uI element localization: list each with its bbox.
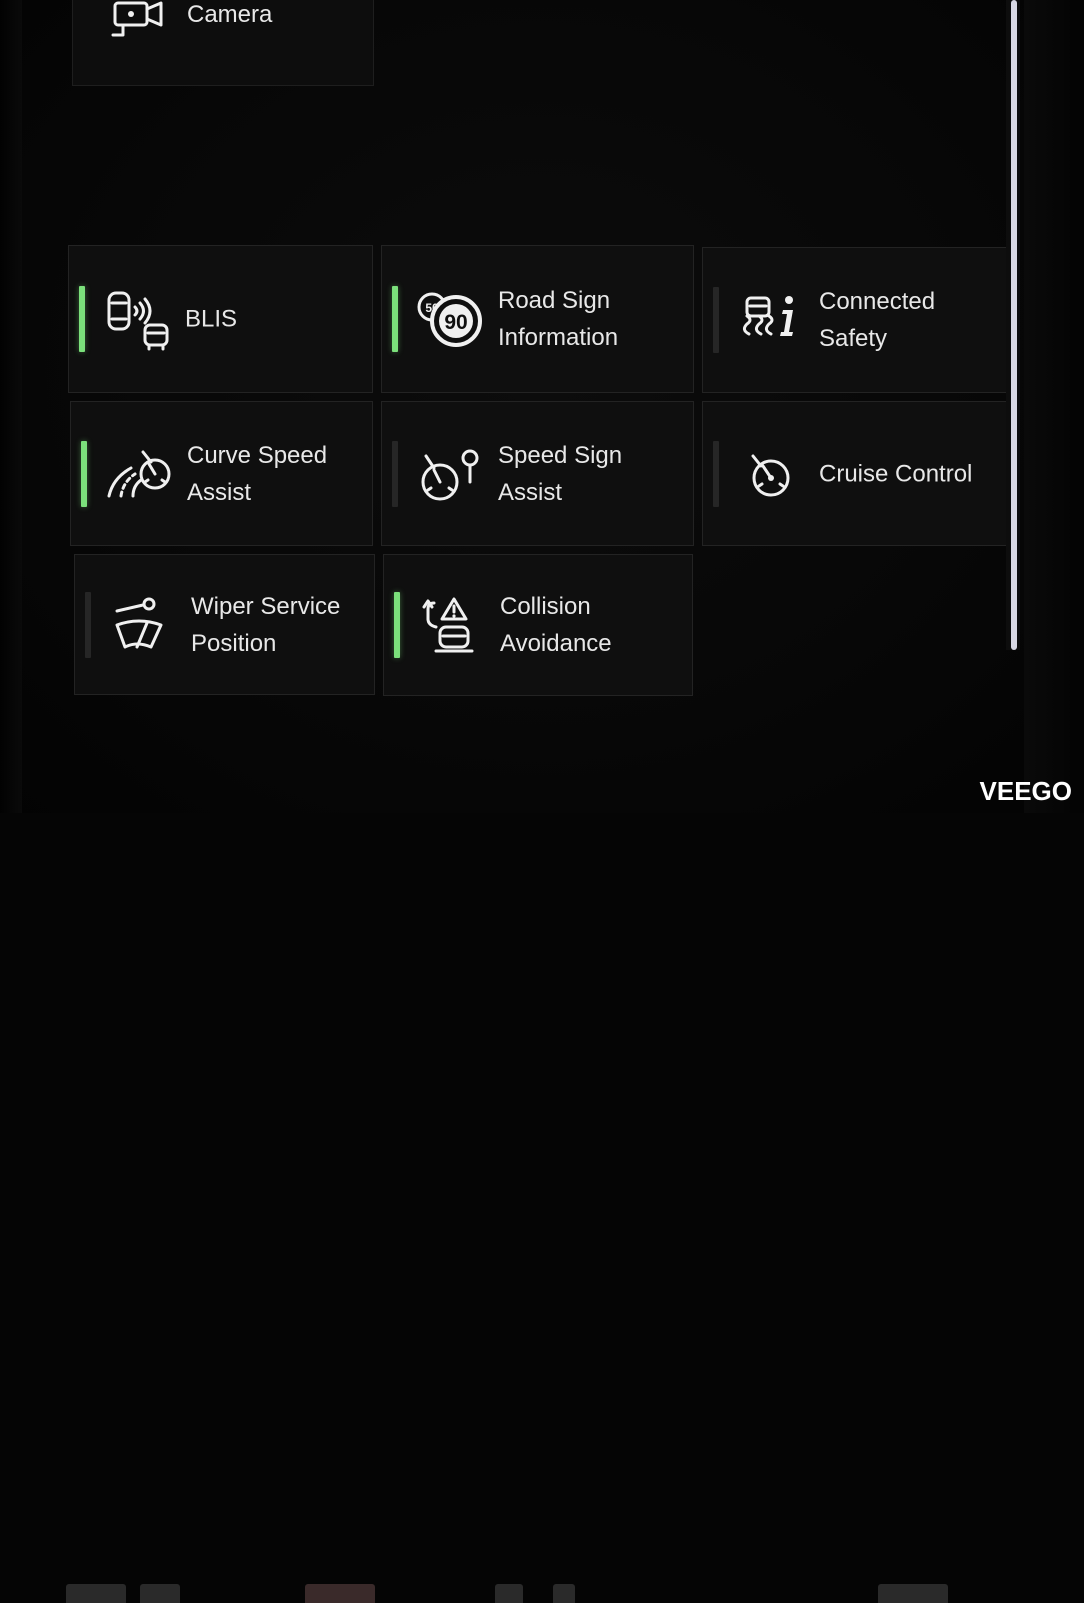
fan-icon-partial[interactable] bbox=[495, 1584, 523, 1603]
speed-sign-assist-icon bbox=[421, 449, 479, 500]
large-sign-text: 90 bbox=[444, 311, 467, 334]
watermark-logo: VEEGO bbox=[979, 776, 1072, 806]
blind-spot-icon bbox=[107, 291, 169, 351]
status-indicator bbox=[392, 440, 398, 507]
tile-label: Connected Safety bbox=[819, 288, 936, 352]
status-indicator bbox=[79, 286, 85, 352]
camera-icon bbox=[111, 1, 163, 37]
climate-control-partial[interactable] bbox=[140, 1584, 180, 1603]
climate-control-partial[interactable] bbox=[878, 1584, 948, 1603]
tile-label: Curve Speed Assist bbox=[187, 441, 328, 506]
tile-speed-sign-assist[interactable]: Speed Sign Assist bbox=[381, 401, 694, 546]
curve-speed-icon bbox=[107, 450, 171, 497]
right-bezel bbox=[1024, 0, 1084, 813]
tile-label: Speed Sign Assist bbox=[498, 441, 623, 506]
tile-label: Collision Avoidance bbox=[500, 593, 612, 657]
scrollbar-thumb[interactable] bbox=[1011, 0, 1017, 650]
tile-label: Road Sign Information bbox=[498, 287, 619, 351]
collision-warning-icon bbox=[422, 597, 474, 653]
status-indicator bbox=[394, 592, 400, 658]
tile-collision-avoidance[interactable]: Collision Avoidance bbox=[383, 554, 693, 696]
tile-blis[interactable]: BLIS bbox=[68, 245, 373, 393]
tile-label: Wiper Service Position bbox=[191, 592, 341, 657]
climate-control-partial[interactable] bbox=[553, 1584, 575, 1603]
status-indicator bbox=[713, 440, 719, 507]
tile-cruise-control[interactable]: Cruise Control bbox=[702, 401, 1007, 546]
scrollbar[interactable] bbox=[1006, 0, 1020, 650]
connected-safety-icon bbox=[742, 296, 793, 336]
climate-bar-partial bbox=[0, 790, 1084, 1603]
tile-label: Cruise Control bbox=[819, 460, 973, 487]
speed-limit-sign-icon: 50 90 bbox=[417, 292, 482, 347]
wiper-wrench-icon bbox=[115, 597, 163, 648]
tile-curve-speed-assist[interactable]: Curve Speed Assist bbox=[70, 401, 373, 546]
camera-label: Camera bbox=[187, 1, 273, 28]
status-indicator bbox=[713, 287, 719, 353]
seat-heat-partial[interactable] bbox=[305, 1584, 375, 1603]
tile-road-sign-information[interactable]: 50 90 Road Sign Information bbox=[381, 245, 694, 393]
climate-control-partial[interactable] bbox=[66, 1584, 126, 1603]
tile-label: BLIS bbox=[185, 305, 238, 333]
tile-connected-safety[interactable]: Connected Safety bbox=[702, 247, 1007, 393]
tile-wiper-service-position[interactable]: Wiper Service Position bbox=[74, 554, 375, 695]
camera-tile[interactable]: Camera bbox=[72, 0, 374, 86]
infotainment-screen: Camera BLIS 50 90 Road Sign Information bbox=[0, 0, 1084, 1603]
status-indicator bbox=[392, 286, 398, 352]
status-indicator bbox=[85, 591, 91, 658]
left-bezel bbox=[0, 0, 22, 813]
status-indicator bbox=[81, 440, 87, 507]
cruise-control-icon bbox=[751, 454, 790, 496]
